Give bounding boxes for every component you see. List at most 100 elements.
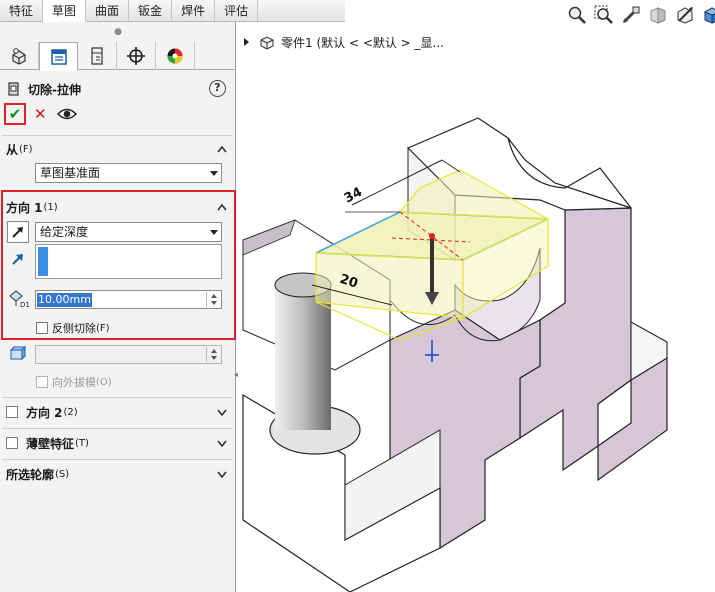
draft-outward-shortcut: (O) [96, 376, 112, 388]
flyout-feature-tree: 零件1 (默认 < <默认 > _显... [244, 33, 444, 51]
ok-button[interactable]: ✔ [4, 103, 26, 125]
collapse-caret-icon[interactable] [216, 144, 228, 154]
tab-weldments[interactable]: 焊件 [172, 0, 216, 22]
separator [2, 397, 232, 398]
direction-arrow-icon [12, 254, 23, 265]
section-view-icon[interactable] [647, 4, 669, 26]
preview-button[interactable] [56, 107, 77, 121]
collapse-caret-icon[interactable] [216, 202, 228, 212]
tab-evaluate[interactable]: 评估 [215, 0, 259, 22]
tree-expand-icon[interactable] [244, 38, 249, 46]
separator [2, 428, 232, 429]
property-list-icon [50, 48, 67, 65]
direction2-section-label: 方向 2 [26, 405, 63, 420]
spin-down-button[interactable] [207, 299, 220, 306]
depth-input[interactable]: 10.00mm [37, 293, 92, 307]
zoom-to-area-icon[interactable] [593, 4, 615, 26]
tree-part-label[interactable]: 零件1 (默认 < <默认 > _显... [281, 34, 444, 51]
reverse-direction-button[interactable] [7, 221, 29, 243]
from-section-shortcut: (F) [19, 143, 33, 155]
tab-sketch[interactable]: 草图 [43, 0, 87, 22]
configuration-manager-tab[interactable] [78, 42, 117, 70]
extruded-cut-icon [8, 82, 19, 96]
zoom-to-fit-icon[interactable] [566, 4, 588, 26]
thin-feature-section-label: 薄壁特征 [26, 436, 75, 451]
crosshair-icon [127, 47, 145, 65]
chevron-down-icon [210, 171, 218, 176]
dimension-label-width[interactable]: 34 [342, 185, 365, 207]
separator [2, 135, 232, 136]
selected-contours-section-header[interactable]: 所选轮廓 (S) [6, 465, 230, 483]
draft-outward-checkbox[interactable] [36, 376, 48, 388]
previous-view-icon[interactable] [620, 4, 642, 26]
spin-up-icon [210, 348, 217, 353]
direction2-section-header[interactable]: 方向 2 (2) [6, 403, 230, 421]
direction2-section-shortcut: (2) [63, 406, 78, 418]
selected-contours-section-shortcut: (S) [55, 468, 70, 480]
part-icon [259, 34, 275, 50]
depth-spinbox[interactable]: 10.00mm [35, 290, 222, 309]
property-manager-pane: ● 切除-拉伸 ? ✔ ✕ 从 (F) 草图基准面 方向 1 (1) 给定深度 … [0, 22, 236, 592]
tab-features[interactable]: 特征 [0, 0, 44, 22]
feature-tree-icon [12, 48, 26, 65]
spin-down-button[interactable] [207, 354, 220, 361]
direction1-section-header[interactable]: 方向 1 (1) [6, 198, 230, 216]
manager-tabs [0, 42, 236, 71]
chevron-down-icon [210, 230, 218, 235]
part-model[interactable]: 34 20 [237, 22, 715, 592]
tab-sheet-metal[interactable]: 钣金 [129, 0, 173, 22]
feature-title-row: 切除-拉伸 ? [6, 80, 228, 98]
action-row: ✔ ✕ [4, 102, 77, 126]
extrude-drag-handle[interactable] [429, 233, 435, 239]
thin-feature-section-header[interactable]: 薄壁特征 (T) [6, 434, 230, 452]
depth-icon-button: D1 [7, 287, 29, 309]
flip-side-cut-checkbox[interactable] [36, 322, 48, 334]
direction1-section-shortcut: (1) [43, 201, 58, 213]
expand-caret-icon[interactable] [216, 438, 228, 448]
draft-outward-row: 向外拔模 (O) [36, 374, 112, 390]
depth-spin-buttons [206, 292, 220, 307]
dimxpert-manager-tab[interactable] [117, 42, 156, 70]
spin-up-button[interactable] [207, 292, 220, 299]
display-manager-tab[interactable] [156, 42, 195, 70]
expand-caret-icon[interactable] [216, 407, 228, 417]
thin-feature-checkbox[interactable] [6, 437, 18, 449]
feature-title: 切除-拉伸 [28, 82, 81, 97]
spin-down-icon [210, 300, 217, 305]
from-section-header[interactable]: 从 (F) [6, 140, 230, 158]
display-style-icon[interactable] [701, 4, 715, 26]
appearance-ball-icon [167, 48, 183, 64]
spin-up-button[interactable] [207, 347, 220, 354]
flip-side-cut-row: 反侧切除 (F) [36, 320, 110, 336]
model-hole-bore [275, 285, 331, 430]
draft-toggle-button[interactable] [7, 342, 29, 364]
flip-side-cut-shortcut: (F) [96, 322, 110, 334]
reverse-direction-icon [12, 227, 23, 238]
direction1-section-label: 方向 1 [6, 200, 43, 215]
eye-icon [56, 108, 77, 120]
draft-angle-spinbox[interactable] [35, 345, 222, 364]
direction2-checkbox[interactable] [6, 406, 18, 418]
from-section-label: 从 [6, 142, 19, 157]
thin-feature-section-shortcut: (T) [75, 437, 89, 449]
view-orientation-icon[interactable] [674, 4, 696, 26]
selection-active-bar [38, 247, 48, 276]
property-manager-tab[interactable] [39, 42, 78, 71]
expand-caret-icon[interactable] [216, 469, 228, 479]
selected-contours-section-label: 所选轮廓 [6, 467, 55, 482]
direction-of-extrusion-button[interactable] [7, 248, 29, 270]
separator [2, 459, 232, 460]
depth-d1-icon: D1 [9, 290, 29, 308]
cancel-button[interactable]: ✕ [34, 105, 47, 123]
graphics-area[interactable]: 34 20 [237, 22, 715, 592]
pane-grip[interactable]: ● [0, 22, 236, 42]
help-icon[interactable]: ? [209, 80, 226, 97]
tab-surfaces[interactable]: 曲面 [86, 0, 130, 22]
end-condition-value: 给定深度 [40, 225, 89, 239]
svg-text:D1: D1 [20, 301, 29, 308]
from-start-condition-select[interactable]: 草图基准面 [35, 163, 222, 183]
direction-selection-box[interactable] [35, 244, 222, 279]
draft-outward-label: 向外拔模 [52, 376, 96, 389]
feature-manager-tab[interactable] [0, 42, 39, 70]
end-condition-select[interactable]: 给定深度 [35, 222, 222, 242]
